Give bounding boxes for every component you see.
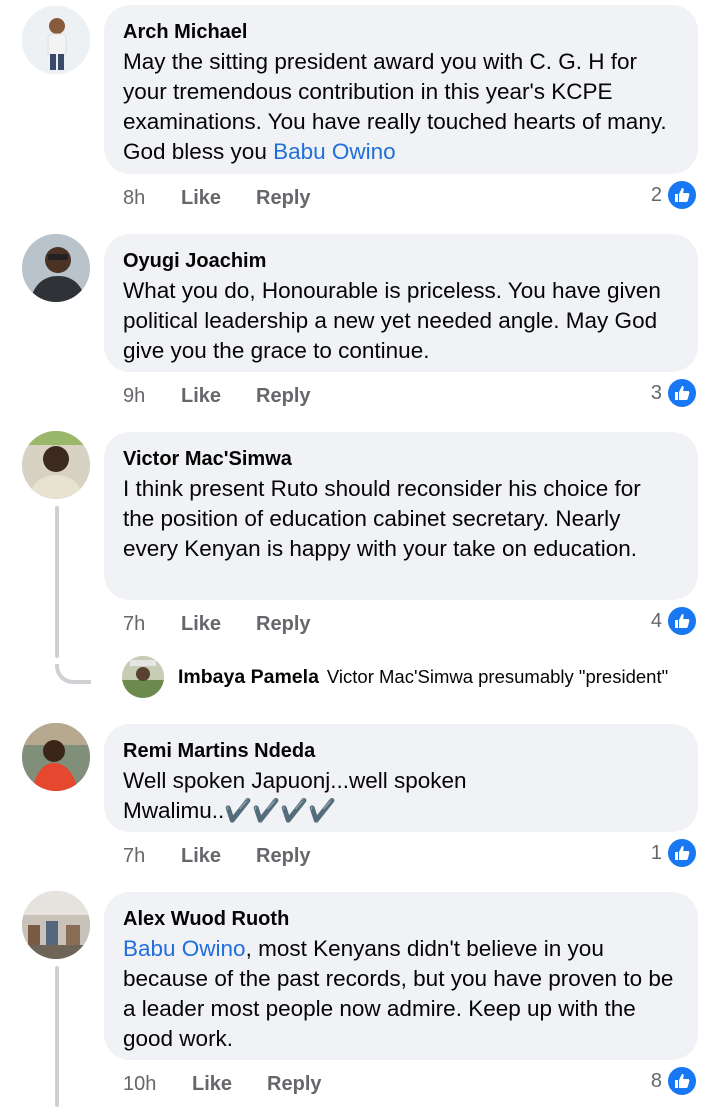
comment-actions: 8h Like Reply xyxy=(123,183,346,213)
comment-text: What you do, Honourable is priceless. Yo… xyxy=(123,278,661,363)
reply-button[interactable]: Reply xyxy=(256,187,310,210)
like-count: 8 xyxy=(650,1069,662,1092)
thumbs-up-icon xyxy=(666,837,698,869)
like-count: 4 xyxy=(650,609,662,632)
mention-link[interactable]: Babu Owino xyxy=(273,139,396,164)
comment-actions: 10h Like Reply xyxy=(123,1069,357,1099)
like-button[interactable]: Like xyxy=(181,613,221,636)
comment-author[interactable]: Victor Mac'Simwa xyxy=(123,446,678,472)
avatar[interactable] xyxy=(22,891,90,959)
like-count: 2 xyxy=(650,183,662,206)
thread-connector xyxy=(55,664,91,684)
comment-bubble: Alex Wuod Ruoth Babu Owino, most Kenyans… xyxy=(104,892,698,1060)
like-button[interactable]: Like xyxy=(181,385,221,408)
comment-text: Babu Owino, most Kenyans didn't believe … xyxy=(123,936,674,1051)
reaction-count[interactable]: 3 xyxy=(650,377,698,409)
avatar[interactable] xyxy=(22,431,90,499)
comment-author[interactable]: Alex Wuod Ruoth xyxy=(123,906,678,932)
thread-line xyxy=(55,506,59,658)
comment-author[interactable]: Arch Michael xyxy=(123,19,678,45)
reply-text: Victor Mac'Simwa presumably "president" xyxy=(326,666,669,687)
comment-bubble: Oyugi Joachim What you do, Honourable is… xyxy=(104,234,698,372)
reply-button[interactable]: Reply xyxy=(267,1073,321,1096)
comment-timestamp[interactable]: 10h xyxy=(123,1073,192,1096)
comment-timestamp[interactable]: 8h xyxy=(123,187,181,210)
comment-timestamp[interactable]: 9h xyxy=(123,385,181,408)
avatar[interactable] xyxy=(22,234,90,302)
thumbs-up-icon xyxy=(666,377,698,409)
reaction-count[interactable]: 4 xyxy=(650,605,698,637)
reaction-count[interactable]: 8 xyxy=(650,1065,698,1097)
thread-line xyxy=(55,966,59,1107)
comment-author[interactable]: Oyugi Joachim xyxy=(123,248,678,274)
thumbs-up-icon xyxy=(666,179,698,211)
avatar[interactable] xyxy=(22,6,90,74)
mention-link[interactable]: Babu Owino xyxy=(123,936,246,961)
like-count: 1 xyxy=(650,841,662,864)
thumbs-up-icon xyxy=(666,1065,698,1097)
avatar[interactable] xyxy=(22,723,90,791)
comment-bubble: Arch Michael May the sitting president a… xyxy=(104,5,698,174)
like-button[interactable]: Like xyxy=(192,1073,232,1096)
like-button[interactable]: Like xyxy=(181,845,221,868)
comment-bubble: Victor Mac'Simwa I think present Ruto sh… xyxy=(104,432,698,600)
reply-button[interactable]: Reply xyxy=(256,613,310,636)
like-button[interactable]: Like xyxy=(181,187,221,210)
comment-actions: 7h Like Reply xyxy=(123,609,346,639)
comment-timestamp[interactable]: 7h xyxy=(123,613,181,636)
reply-avatar[interactable] xyxy=(122,656,164,698)
comment-author[interactable]: Remi Martins Ndeda xyxy=(123,738,678,764)
comment-text: I think present Ruto should reconsider h… xyxy=(123,476,641,561)
comment-actions: 7h Like Reply xyxy=(123,841,346,871)
comment-text: May the sitting president award you with… xyxy=(123,49,667,164)
thumbs-up-icon xyxy=(666,605,698,637)
comment-bubble: Remi Martins Ndeda Well spoken Japuonj..… xyxy=(104,724,698,832)
reaction-count[interactable]: 2 xyxy=(650,179,698,211)
comment-actions: 9h Like Reply xyxy=(123,381,346,411)
comment-timestamp[interactable]: 7h xyxy=(123,845,181,868)
reply-author[interactable]: Imbaya Pamela xyxy=(178,666,319,689)
reply-comment[interactable]: Imbaya Pamela Victor Mac'Simwa presumabl… xyxy=(122,656,668,698)
reply-button[interactable]: Reply xyxy=(256,385,310,408)
reaction-count[interactable]: 1 xyxy=(650,837,698,869)
like-count: 3 xyxy=(650,381,662,404)
comment-text: Well spoken Japuonj...well spoken Mwalim… xyxy=(123,768,467,823)
reply-button[interactable]: Reply xyxy=(256,845,310,868)
